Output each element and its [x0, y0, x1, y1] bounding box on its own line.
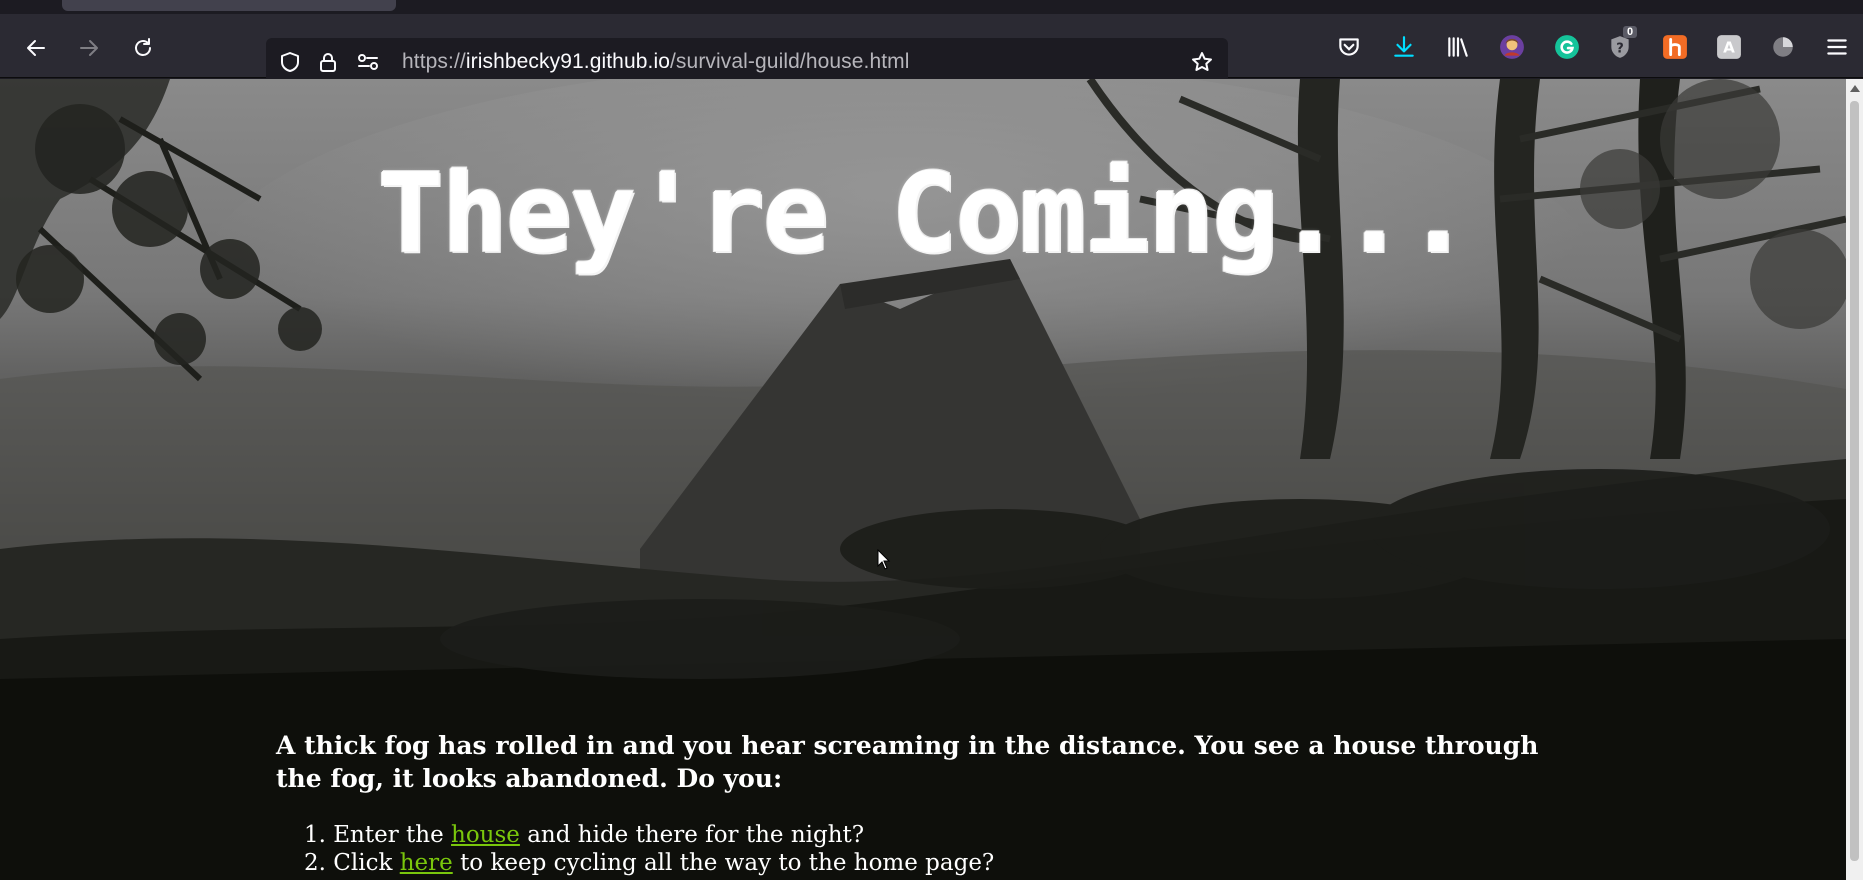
- choices-list: 1. Enter the house and hide there for th…: [276, 821, 1576, 877]
- bookmark-star-icon[interactable]: [1190, 50, 1214, 74]
- choice-number: 1.: [304, 822, 326, 848]
- back-button[interactable]: [18, 30, 54, 66]
- story-text: A thick fog has rolled in and you hear s…: [276, 731, 1539, 793]
- forward-arrow-icon: [80, 40, 98, 56]
- back-arrow-icon: [27, 40, 45, 56]
- tab-strip: [0, 0, 1863, 14]
- tracking-protection-shield-icon[interactable]: [278, 50, 302, 74]
- grammarly-button[interactable]: [1552, 32, 1582, 62]
- mouse-cursor-icon: [877, 549, 891, 570]
- privacy-badger-button[interactable]: ? 0: [1605, 26, 1638, 62]
- page-scrollbar[interactable]: [1846, 79, 1863, 880]
- pocket-button[interactable]: [1334, 32, 1364, 62]
- translate-icon: A: [1717, 35, 1741, 59]
- honey-icon: [1663, 35, 1687, 59]
- library-button[interactable]: [1443, 32, 1473, 62]
- active-tab[interactable]: [62, 0, 396, 11]
- profile-avatar-icon: [1500, 35, 1524, 59]
- choice-text-before: Click: [333, 850, 393, 876]
- lock-icon[interactable]: [316, 50, 340, 74]
- url-scheme: https://: [402, 50, 466, 73]
- translate-button[interactable]: A: [1714, 32, 1744, 62]
- choice-number: 2.: [304, 850, 326, 876]
- forward-button[interactable]: [71, 30, 107, 66]
- scrollbar-thumb[interactable]: [1850, 101, 1859, 861]
- url-host: irishbecky91.github.io: [465, 50, 670, 73]
- site-permissions-icon[interactable]: [356, 50, 380, 74]
- scroll-up-arrow-icon[interactable]: [1850, 85, 1860, 92]
- choice-text-after: and hide there for the night?: [527, 822, 865, 848]
- pocket-icon: [1339, 38, 1359, 56]
- library-icon: [1448, 37, 1468, 57]
- house-link[interactable]: house: [451, 822, 520, 848]
- choice-text-before: Enter the: [333, 822, 444, 848]
- app-menu-button[interactable]: [1822, 32, 1852, 62]
- privacy-badger-badge: 0: [1623, 26, 1638, 38]
- page-title: They're Coming...: [377, 149, 1471, 277]
- pie-chart-button[interactable]: [1768, 32, 1798, 62]
- hero-banner: They're Coming...: [0, 79, 1846, 701]
- url-text[interactable]: https://irishbecky91.github.io/survival-…: [402, 50, 910, 74]
- honey-button[interactable]: [1660, 32, 1690, 62]
- grammarly-icon: [1555, 35, 1579, 59]
- downloads-icon: [1394, 36, 1414, 57]
- pie-chart-icon: [1773, 37, 1793, 57]
- navigation-toolbar: https://irishbecky91.github.io/survival-…: [0, 14, 1863, 86]
- downloads-button[interactable]: [1389, 32, 1419, 62]
- reload-icon: [135, 38, 151, 56]
- choice-text-after: to keep cycling all the way to the home …: [460, 850, 995, 876]
- list-item: 1. Enter the house and hide there for th…: [304, 821, 1576, 849]
- reload-button[interactable]: [125, 30, 161, 66]
- page-viewport: They're Coming... A thick fog has rolled…: [0, 79, 1846, 880]
- menu-icon: [1827, 39, 1847, 55]
- svg-text:?: ?: [1616, 41, 1624, 56]
- story-section: A thick fog has rolled in and you hear s…: [276, 729, 1576, 877]
- profile-avatar-button[interactable]: [1497, 32, 1527, 62]
- list-item: 2. Click here to keep cycling all the wa…: [304, 849, 1576, 877]
- svg-text:A: A: [1723, 38, 1735, 56]
- home-page-link[interactable]: here: [400, 850, 453, 876]
- url-path: /survival-guild/house.html: [670, 50, 910, 73]
